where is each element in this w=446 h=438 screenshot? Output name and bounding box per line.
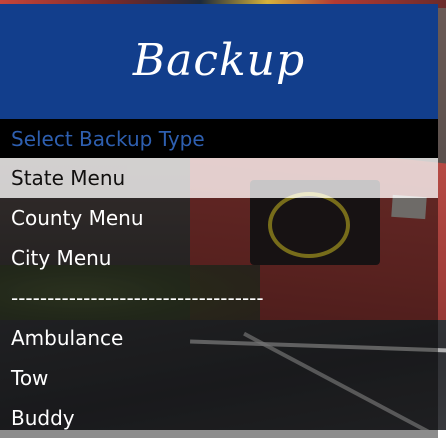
- menu-items: State Menu County Menu City Menu -------…: [0, 158, 438, 438]
- menu-item-city-menu[interactable]: City Menu: [0, 238, 438, 278]
- menu-banner: Backup: [0, 4, 438, 119]
- menu-item-label: State Menu: [11, 166, 126, 190]
- menu-item-label: City Menu: [11, 246, 112, 270]
- menu-title: Backup: [132, 35, 306, 86]
- menu-item-ambulance[interactable]: Ambulance: [0, 318, 438, 358]
- menu-item-buddy[interactable]: Buddy: [0, 398, 438, 438]
- menu-item-tow[interactable]: Tow: [0, 358, 438, 398]
- menu-item-state-menu[interactable]: State Menu: [0, 158, 438, 198]
- menu-item-county-menu[interactable]: County Menu: [0, 198, 438, 238]
- menu-subtitle-bar: Select Backup Type: [0, 119, 438, 158]
- menu-item-label: Tow: [11, 366, 49, 390]
- menu-subtitle: Select Backup Type: [11, 126, 205, 151]
- menu-item-label: County Menu: [11, 206, 144, 230]
- menu-item-label: Ambulance: [11, 326, 124, 350]
- menu-item-label: Buddy: [11, 406, 75, 430]
- menu-separator-label: -----------------------------------: [11, 286, 264, 310]
- menu-separator[interactable]: -----------------------------------: [0, 278, 438, 318]
- backup-menu: Backup Select Backup Type State Menu Cou…: [0, 0, 438, 438]
